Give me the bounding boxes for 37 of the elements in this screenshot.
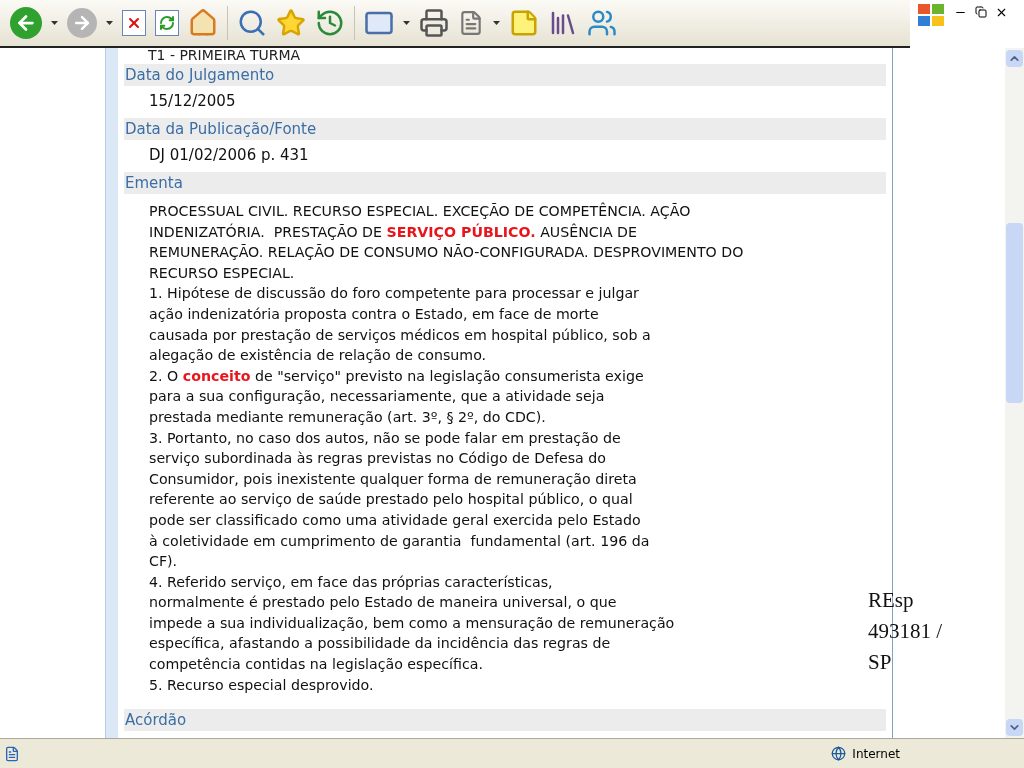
caret-icon[interactable]	[493, 21, 500, 25]
zone-label: Internet	[852, 745, 900, 763]
star-icon[interactable]	[276, 8, 306, 38]
top-line: T1 - PRIMEIRA TURMA	[147, 48, 302, 62]
home-icon[interactable]	[188, 8, 218, 38]
close-icon[interactable]	[995, 6, 1008, 19]
ementa-paragraph: 1. Hipótese de discussão do foro competente para processar e julgar ação indenizatória proposta contra o Estado, em face de morte causada por prestação de serviços médicos em hospital público, sob a alegação de existência de relação de consumo.	[149, 284, 651, 366]
section-heading: Ementa	[124, 172, 886, 194]
windows-logo-icon	[916, 2, 946, 28]
field-value: 15/12/2005	[148, 91, 237, 112]
ementa-paragraph: 4. Referido serviço, em face das próprias características, normalmente é prestado pelo Estado de maneira universal, o que impede a sua individualização, bem como a mensuração de remuneração específica, afastando a possibilidade da incidência das regras de competência contidas na legislação específica.	[149, 572, 675, 675]
history-icon[interactable]	[315, 8, 345, 38]
section-heading: Data da Publicação/Fonte	[124, 118, 886, 140]
refresh-icon[interactable]	[155, 10, 179, 36]
ementa-paragraph: 5. Recurso especial desprovido.	[149, 675, 374, 695]
ementa-paragraph: 2. O conceito de "serviço" previsto na legislação consumerista exige para a sua configuração, necessariamente, que a atividade seja prestada mediante remuneração (art. 3º, § 2º, do CDC).	[149, 366, 644, 427]
caret-icon[interactable]	[51, 21, 58, 25]
caret-icon[interactable]	[106, 21, 113, 25]
globe-icon	[831, 746, 847, 761]
scroll-thumb[interactable]	[1006, 223, 1023, 403]
printer-icon[interactable]	[419, 8, 449, 38]
stop-icon[interactable]	[122, 10, 146, 36]
ementa-paragraph: 3. Portanto, no caso dos autos, não se pode falar em prestação de serviço subordinada às regras previstas no Código de Defesa do Consumidor, pois inexistente qualquer forma de remuneração direta referente ao serviço de saúde prestado pelo hospital público, o qual pode ser classificado como uma atividade geral exercida pelo Estado à coletividade em cumprimento de garantia fundamental (art. 196 da CF).	[149, 428, 650, 572]
people-icon[interactable]	[587, 8, 617, 38]
section-heading: Acórdão	[124, 709, 886, 732]
ementa-paragraph: PROCESSUAL CIVIL. RECURSO ESPECIAL. EXCEÇÃO DE COMPETÊNCIA. AÇÃO INDENIZATÓRIA. PRESTAÇÃO DE SERVIÇO PÚBLICO. AUSÊNCIA DE REMUNERAÇÃO. RELAÇÃO DE CONSUMO NÃO-CONFIGURADA. DESPROVIMENTO DO RECURSO ESPECIAL.	[149, 201, 744, 283]
field-value: DJ 01/02/2006 p. 431	[148, 145, 310, 166]
scroll-up-icon[interactable]	[1006, 50, 1023, 67]
page-icon	[4, 745, 20, 762]
search-icon[interactable]	[237, 8, 267, 38]
back-icon[interactable]	[10, 7, 42, 39]
scrollbar[interactable]	[1005, 48, 1024, 738]
restore-icon[interactable]	[975, 6, 987, 18]
section-heading: Data do Julgamento	[124, 64, 886, 86]
caret-icon[interactable]	[403, 21, 410, 25]
scroll-down-icon[interactable]	[1006, 719, 1023, 736]
document-icon[interactable]	[458, 10, 484, 36]
